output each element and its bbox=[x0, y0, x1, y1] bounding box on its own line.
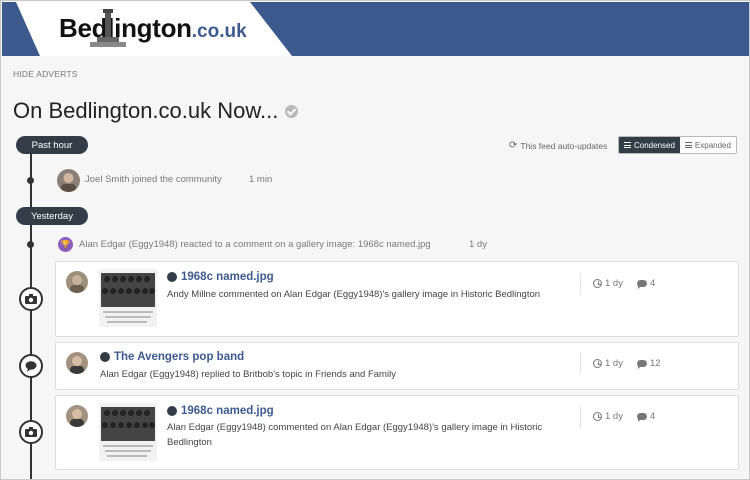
card-divider bbox=[580, 273, 581, 295]
section-label: Yesterday bbox=[31, 210, 73, 222]
card-comment-count[interactable]: 12 bbox=[637, 358, 661, 369]
expanded-view-button[interactable]: Expanded bbox=[679, 137, 736, 153]
status-dot-icon bbox=[167, 406, 177, 416]
comment-icon bbox=[637, 413, 647, 422]
activity-time: 1 min bbox=[249, 174, 273, 185]
comment-count-text: 4 bbox=[650, 278, 656, 289]
card-divider bbox=[580, 352, 581, 374]
avatar[interactable] bbox=[66, 271, 88, 293]
expanded-label: Expanded bbox=[694, 140, 731, 150]
card-title[interactable]: The Avengers pop band bbox=[100, 351, 244, 363]
page-frame: Bedlington .co.uk HIDE ADVERTS On Bedlin… bbox=[0, 0, 750, 480]
gallery-thumbnail[interactable] bbox=[99, 403, 157, 461]
hide-adverts-link[interactable]: HIDE ADVERTS bbox=[13, 69, 78, 79]
auto-update-text: This feed auto-updates bbox=[520, 140, 608, 151]
clock-icon bbox=[593, 359, 602, 368]
section-yesterday: Yesterday bbox=[16, 207, 88, 225]
clock-icon bbox=[593, 279, 602, 288]
list-icon bbox=[624, 142, 631, 148]
list-icon bbox=[684, 142, 692, 148]
page-title-text: On Bedlington.co.uk Now... bbox=[13, 98, 279, 123]
camera-icon bbox=[19, 420, 43, 444]
auto-update-note: ⟳ This feed auto-updates bbox=[509, 140, 607, 151]
status-dot-icon bbox=[167, 272, 177, 282]
comment-icon bbox=[637, 360, 647, 369]
check-circle-icon[interactable] bbox=[285, 104, 299, 118]
logo-suffix-text: .co.uk bbox=[191, 21, 247, 42]
avatar[interactable] bbox=[57, 169, 80, 192]
card-title[interactable]: 1968c named.jpg bbox=[167, 271, 274, 283]
card-time-text: 1 dy bbox=[605, 411, 623, 422]
card-subtitle: Andy Millne commented on Alan Edgar (Egg… bbox=[167, 289, 541, 300]
card-comment-count[interactable]: 4 bbox=[637, 278, 655, 289]
card-time-text: 1 dy bbox=[605, 358, 623, 369]
card-subtitle-line: Alan Edgar (Eggy1948) commented on Alan … bbox=[167, 422, 543, 433]
card-time: 1 dy bbox=[593, 278, 623, 289]
avatar[interactable] bbox=[66, 405, 88, 427]
comment-count-text: 4 bbox=[650, 411, 656, 422]
card-title[interactable]: 1968c named.jpg bbox=[167, 405, 274, 417]
trophy-icon: 🏆 bbox=[58, 237, 73, 252]
card-time: 1 dy bbox=[593, 411, 623, 422]
view-toggle: Condensed Expanded bbox=[618, 136, 737, 154]
card-subtitle: Alan Edgar (Eggy1948) replied to Britbob… bbox=[100, 369, 396, 380]
activity-text[interactable]: Alan Edgar (Eggy1948) reacted to a comme… bbox=[79, 239, 431, 250]
comment-count-text: 12 bbox=[650, 358, 661, 369]
page-title: On Bedlington.co.uk Now... bbox=[13, 98, 299, 124]
condensed-label: Condensed bbox=[634, 140, 675, 150]
monument-icon bbox=[90, 9, 126, 47]
camera-icon bbox=[19, 287, 43, 311]
activity-time: 1 dy bbox=[469, 239, 487, 250]
card-comment-count[interactable]: 4 bbox=[637, 411, 655, 422]
timeline-dot bbox=[27, 241, 34, 248]
status-dot-icon bbox=[100, 352, 110, 362]
speech-bubble-icon bbox=[19, 354, 43, 378]
comment-icon bbox=[637, 280, 647, 289]
card-subtitle-line: Bedlington bbox=[167, 437, 212, 448]
activity-text[interactable]: Joel Smith joined the community bbox=[85, 174, 222, 185]
card-time-text: 1 dy bbox=[605, 278, 623, 289]
card-title-text[interactable]: 1968c named.jpg bbox=[181, 271, 274, 283]
card-divider bbox=[580, 406, 581, 428]
avatar[interactable] bbox=[66, 352, 88, 374]
section-label: Past hour bbox=[31, 139, 73, 151]
gallery-thumbnail[interactable] bbox=[99, 269, 157, 327]
avatar-image bbox=[61, 173, 76, 192]
condensed-view-button[interactable]: Condensed bbox=[619, 137, 680, 153]
card-title-text[interactable]: The Avengers pop band bbox=[114, 351, 244, 363]
timeline-dot bbox=[27, 177, 34, 184]
card-time: 1 dy bbox=[593, 358, 623, 369]
clock-icon bbox=[593, 412, 602, 421]
section-past-hour: Past hour bbox=[16, 136, 88, 154]
card-title-text[interactable]: 1968c named.jpg bbox=[181, 405, 274, 417]
card-subtitle: Alan Edgar (Eggy1948) commented on Alan … bbox=[167, 420, 577, 450]
refresh-icon: ⟳ bbox=[509, 140, 518, 151]
